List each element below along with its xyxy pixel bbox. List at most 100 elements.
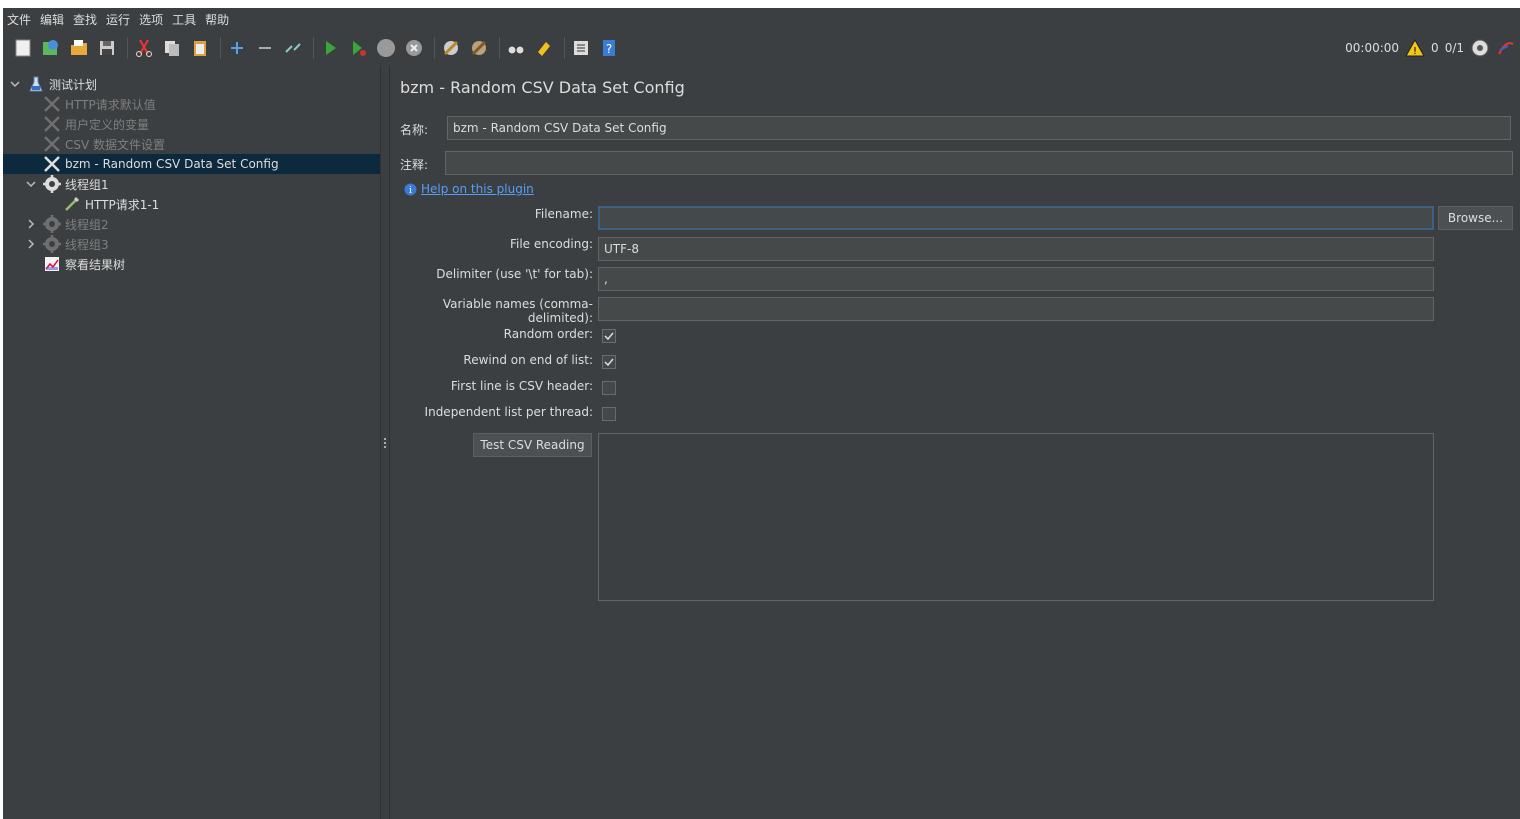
menu-item[interactable]: 文件 (7, 11, 31, 28)
browse-button[interactable]: Browse... (1438, 206, 1513, 230)
menu-item[interactable]: 编辑 (40, 11, 64, 28)
logo-icon[interactable] (1496, 38, 1516, 58)
tree-node-label: HTTP请求默认值 (65, 97, 156, 112)
help-on-plugin-link[interactable]: Help on this plugin (421, 182, 534, 196)
gear-icon (43, 215, 61, 233)
menu-item[interactable]: 选项 (139, 11, 163, 28)
search-icon[interactable] (504, 36, 528, 60)
rewind-checkbox[interactable] (602, 355, 616, 369)
tree-node-label: 测试计划 (49, 77, 98, 92)
pipette-icon (63, 195, 81, 213)
tree-node[interactable]: 用户定义的变量 (25, 114, 149, 134)
chevron-right-icon[interactable] (25, 218, 37, 230)
menu-item[interactable]: 帮助 (205, 11, 229, 28)
elapsed-timer: 00:00:00 (1345, 41, 1400, 55)
function-helper-icon[interactable] (569, 36, 593, 60)
wrench-icon (43, 135, 61, 153)
start-icon[interactable] (318, 36, 342, 60)
open-icon[interactable] (67, 36, 91, 60)
checkmark-icon (604, 358, 614, 367)
tree-node-label: bzm - Random CSV Data Set Config (65, 157, 279, 171)
stop-icon[interactable] (374, 36, 398, 60)
collapse-icon[interactable] (253, 36, 277, 60)
chart-icon (43, 255, 61, 273)
menu-item[interactable]: 运行 (106, 11, 130, 28)
start-no-pauses-icon[interactable] (346, 36, 370, 60)
svg-text:i: i (409, 186, 412, 196)
chevron-right-icon[interactable] (25, 238, 37, 250)
tree-node[interactable]: HTTP请求默认值 (25, 94, 156, 114)
cut-icon[interactable] (132, 36, 156, 60)
flask-icon (27, 75, 45, 93)
paste-icon[interactable] (188, 36, 212, 60)
save-icon[interactable] (95, 36, 119, 60)
random-order-label: Random order: (503, 327, 593, 341)
tree-node[interactable]: 线程组1 (25, 174, 109, 194)
variable-names-input[interactable] (598, 297, 1434, 321)
name-label: 名称: (400, 123, 429, 137)
tree-node-label: 线程组1 (65, 177, 109, 192)
svg-text:!: ! (1413, 46, 1417, 57)
help-icon[interactable]: ? (597, 36, 621, 60)
reset-search-icon[interactable] (532, 36, 556, 60)
toggle-icon[interactable] (281, 36, 305, 60)
clear-icon[interactable] (439, 36, 463, 60)
chevron-down-icon[interactable] (25, 178, 37, 190)
file-encoding-label: File encoding: (509, 237, 593, 251)
menu-item[interactable]: 查找 (73, 11, 97, 28)
app-window: 文件编辑查找运行选项工具帮助 ? 00:00:00 ! 0 0/1 (3, 8, 1520, 819)
templates-icon[interactable] (39, 36, 63, 60)
tree-node[interactable]: 测试计划 (9, 74, 97, 94)
test-output-area[interactable] (598, 433, 1434, 601)
name-input[interactable] (447, 116, 1511, 140)
independent-list-checkbox[interactable] (602, 407, 616, 421)
chevron-down-icon[interactable] (9, 78, 21, 90)
tree-node[interactable]: 线程组3 (25, 234, 109, 254)
info-icon: i (404, 183, 417, 196)
tree-node-label: 察看结果树 (65, 257, 126, 272)
filename-label: Filename: (534, 207, 593, 221)
test-csv-reading-button[interactable]: Test CSV Reading (473, 433, 592, 457)
wrench-icon (43, 155, 61, 173)
status-area: 00:00:00 ! 0 0/1 (1345, 33, 1516, 63)
tree-node-label: CSV 数据文件设置 (65, 137, 166, 152)
toolbar-separator (127, 37, 128, 59)
menu-item[interactable]: 工具 (172, 11, 196, 28)
comment-label: 注释: (400, 158, 429, 172)
warning-icon[interactable]: ! (1405, 39, 1425, 57)
split-handle-icon[interactable] (384, 438, 386, 450)
tree-node-label: 线程组2 (65, 217, 109, 232)
first-line-header-checkbox[interactable] (602, 381, 616, 395)
tree-node[interactable]: 察看结果树 (25, 254, 125, 274)
clear-all-icon[interactable] (467, 36, 491, 60)
wrench-icon (43, 115, 61, 133)
expand-icon[interactable] (225, 36, 249, 60)
file-encoding-input[interactable] (598, 237, 1434, 261)
svg-text:?: ? (606, 42, 612, 56)
tree-node[interactable]: CSV 数据文件设置 (25, 134, 165, 154)
first-line-header-label: First line is CSV header: (450, 379, 593, 393)
toolbar: ? 00:00:00 ! 0 0/1 (3, 33, 1520, 63)
test-plan-tree: 测试计划 HTTP请求默认值用户定义的变量 CSV 数据文件设置 bzm - Rand… (3, 66, 381, 819)
new-icon[interactable] (11, 36, 35, 60)
copy-icon[interactable] (160, 36, 184, 60)
shutdown-icon[interactable] (402, 36, 426, 60)
wrench-icon (43, 95, 61, 113)
rewind-label: Rewind on end of list: (463, 353, 593, 367)
tree-node[interactable]: bzm - Random CSV Data Set Config (3, 154, 380, 174)
tree-node[interactable]: 线程组2 (25, 214, 109, 234)
delimiter-input[interactable] (598, 267, 1434, 291)
menu-bar: 文件 编辑 查找 运行 选项 工具 帮助 (3, 8, 1520, 30)
config-panel: bzm - Random CSV Data Set Config 名称: 注释:… (392, 66, 1520, 819)
filename-input[interactable] (598, 206, 1434, 230)
remote-icon[interactable] (1470, 38, 1490, 58)
random-order-checkbox[interactable] (602, 329, 616, 343)
tree-node[interactable]: HTTP请求1-1 (45, 194, 159, 214)
gear-icon (43, 175, 61, 193)
checkmark-icon (604, 332, 614, 341)
comment-input[interactable] (445, 151, 1513, 175)
delimiter-label: Delimiter (use '\t' for tab): (436, 267, 593, 281)
